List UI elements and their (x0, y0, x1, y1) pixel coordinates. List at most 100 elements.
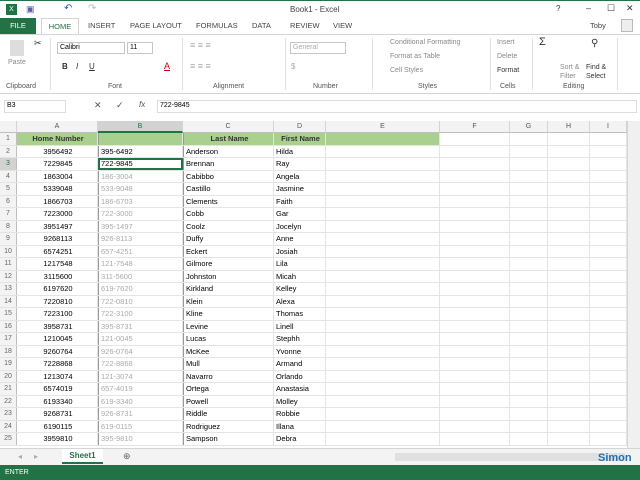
cell-B1[interactable] (98, 133, 183, 145)
cell-H25[interactable] (548, 433, 590, 445)
cell-G2[interactable] (510, 145, 548, 157)
cell-D6[interactable]: Faith (274, 195, 326, 207)
scroll-left-icon[interactable]: ◂ (18, 452, 22, 461)
cell-H19[interactable] (548, 358, 590, 370)
cell-styles-button[interactable]: Cell Styles (390, 67, 423, 74)
cell-B19[interactable]: 722-8868 (98, 358, 183, 370)
cell-F17[interactable] (440, 333, 510, 345)
cell-F2[interactable] (440, 145, 510, 157)
cell-A20[interactable]: 1213074 (17, 370, 98, 382)
cell-A22[interactable]: 6193340 (17, 395, 98, 407)
cell-E19[interactable] (326, 358, 440, 370)
cell-F14[interactable] (440, 295, 510, 307)
row-header[interactable]: 25 (0, 433, 17, 445)
cell-D16[interactable]: Linell (274, 320, 326, 332)
cell-G8[interactable] (510, 220, 548, 232)
paste-icon[interactable] (10, 40, 24, 56)
cell-I5[interactable] (590, 183, 627, 195)
format-as-table-button[interactable]: Format as Table (390, 53, 440, 60)
cell-C14[interactable]: Klein (183, 295, 274, 307)
cell-A9[interactable]: 9268113 (17, 233, 98, 245)
cell-B20[interactable]: 121-3074 (98, 370, 183, 382)
tab-data[interactable]: DATA (252, 21, 271, 30)
cell-I25[interactable] (590, 433, 627, 445)
cell-C22[interactable]: Powell (183, 395, 274, 407)
avatar[interactable] (621, 19, 633, 32)
cell-G18[interactable] (510, 345, 548, 357)
cell-H21[interactable] (548, 383, 590, 395)
row-header[interactable]: 5 (0, 183, 17, 195)
cell-E8[interactable] (326, 220, 440, 232)
save-icon[interactable]: ▣ (26, 4, 35, 15)
font-name-select[interactable]: Calibri (57, 42, 125, 54)
user-name[interactable]: Toby (590, 21, 606, 30)
cell-B3[interactable]: 722-9845 (98, 158, 183, 170)
italic-button[interactable]: I (76, 62, 78, 71)
cell-D15[interactable]: Thomas (274, 308, 326, 320)
cell-I4[interactable] (590, 170, 627, 182)
cell-G4[interactable] (510, 170, 548, 182)
cell-B5[interactable]: 533-9048 (98, 183, 183, 195)
cell-I20[interactable] (590, 370, 627, 382)
cell-A10[interactable]: 6574251 (17, 245, 98, 257)
cell-G9[interactable] (510, 233, 548, 245)
cell-D11[interactable]: Lila (274, 258, 326, 270)
cell-C17[interactable]: Lucas (183, 333, 274, 345)
cell-A25[interactable]: 3959810 (17, 433, 98, 445)
cell-I7[interactable] (590, 208, 627, 220)
minimize-icon[interactable]: – (586, 3, 591, 13)
cell-H6[interactable] (548, 195, 590, 207)
underline-button[interactable]: U (89, 62, 95, 71)
cell-H7[interactable] (548, 208, 590, 220)
cell-I11[interactable] (590, 258, 627, 270)
row-header[interactable]: 7 (0, 208, 17, 220)
cell-F16[interactable] (440, 320, 510, 332)
row-header[interactable]: 24 (0, 420, 17, 432)
cell-F19[interactable] (440, 358, 510, 370)
row-header[interactable]: 11 (0, 258, 17, 270)
cell-D2[interactable]: Hilda (274, 145, 326, 157)
formula-input[interactable]: 722-9845 (157, 100, 637, 113)
cell-F7[interactable] (440, 208, 510, 220)
cell-H5[interactable] (548, 183, 590, 195)
cell-D23[interactable]: Robbie (274, 408, 326, 420)
tab-home[interactable]: HOME (41, 18, 79, 35)
cell-D12[interactable]: Micah (274, 270, 326, 282)
cell-G11[interactable] (510, 258, 548, 270)
cell-F20[interactable] (440, 370, 510, 382)
cell-A24[interactable]: 6190115 (17, 420, 98, 432)
cell-F15[interactable] (440, 308, 510, 320)
cell-C12[interactable]: Johnston (183, 270, 274, 282)
font-color-icon[interactable]: A (164, 61, 170, 71)
row-header[interactable]: 9 (0, 233, 17, 245)
cell-G1[interactable] (510, 133, 548, 145)
cell-F6[interactable] (440, 195, 510, 207)
row-header[interactable]: 12 (0, 270, 17, 282)
row-header[interactable]: 1 (0, 133, 17, 145)
cell-G14[interactable] (510, 295, 548, 307)
column-header-I[interactable]: I (590, 121, 627, 133)
horizontal-scrollbar[interactable] (395, 453, 625, 461)
cell-G3[interactable] (510, 158, 548, 170)
cell-A15[interactable]: 7223100 (17, 308, 98, 320)
column-header-B[interactable]: B (98, 121, 183, 133)
cell-C11[interactable]: Gilmore (183, 258, 274, 270)
row-header[interactable]: 8 (0, 220, 17, 232)
align-left-icon[interactable]: ≡ ≡ ≡ (190, 61, 211, 71)
cell-F4[interactable] (440, 170, 510, 182)
cell-H14[interactable] (548, 295, 590, 307)
column-header-F[interactable]: F (440, 121, 510, 133)
row-header[interactable]: 22 (0, 395, 17, 407)
cell-F9[interactable] (440, 233, 510, 245)
cell-E7[interactable] (326, 208, 440, 220)
cell-G12[interactable] (510, 270, 548, 282)
row-header[interactable]: 21 (0, 383, 17, 395)
cell-H18[interactable] (548, 345, 590, 357)
cell-D24[interactable]: Illana (274, 420, 326, 432)
cell-C15[interactable]: Kline (183, 308, 274, 320)
cell-A14[interactable]: 7220810 (17, 295, 98, 307)
delete-button[interactable]: Delete (497, 53, 517, 60)
cell-D9[interactable]: Anne (274, 233, 326, 245)
cell-H3[interactable] (548, 158, 590, 170)
row-header[interactable]: 14 (0, 295, 17, 307)
